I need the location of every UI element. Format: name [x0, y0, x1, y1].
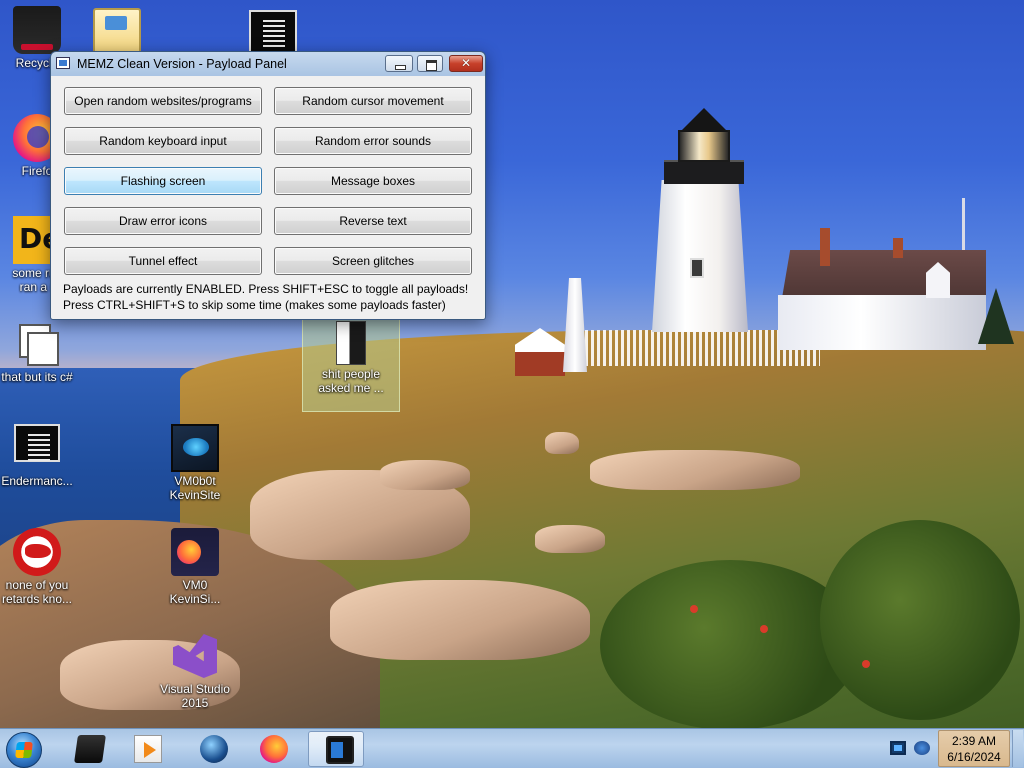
status-text-skip-time: Press CTRL+SHIFT+S to skip some time (ma…	[63, 298, 446, 312]
desktop-icon-label: none of you	[5, 578, 69, 592]
desktop-icon-label: retards kno...	[1, 592, 73, 606]
payload-panel-window: MEMZ Clean Version - Payload Panel Open …	[50, 51, 486, 320]
rock	[535, 525, 605, 553]
desktop-icon-shit-people[interactable]: shit people asked me ...	[302, 318, 400, 412]
black-app-icon	[74, 735, 106, 763]
maximize-button[interactable]	[417, 55, 443, 72]
window-titlebar[interactable]: MEMZ Clean Version - Payload Panel	[51, 52, 485, 76]
bush	[820, 520, 1020, 720]
mail-icon	[93, 8, 141, 56]
desktop-icon-label: VM0b0t	[174, 474, 216, 488]
lighthouse-gallery	[664, 160, 744, 184]
payload-button-draw-error-icons[interactable]: Draw error icons	[64, 207, 262, 235]
clock-date: 6/16/2024	[947, 750, 1001, 764]
document-icon	[14, 424, 60, 462]
show-desktop-button[interactable]	[1012, 730, 1023, 767]
rock	[330, 580, 590, 660]
flower	[690, 605, 698, 613]
network-icon[interactable]	[890, 741, 906, 755]
taskbar-item-globe[interactable]	[186, 731, 242, 767]
desktop-icon-vm0[interactable]: VM0 KevinSi...	[158, 528, 232, 606]
firefox-icon	[260, 735, 288, 763]
taskbar-item-black-app[interactable]	[62, 731, 118, 767]
desktop-icon-label: Firefo	[21, 164, 53, 178]
flower	[760, 625, 768, 633]
desktop-icon-label: KevinSi...	[169, 592, 221, 606]
vm-app-icon	[171, 424, 219, 472]
desktop-icon-label: VM0	[182, 578, 208, 592]
desktop-icon-label: asked me ...	[318, 381, 384, 395]
red-circle-app-icon	[13, 528, 61, 576]
payload-button-reverse-text[interactable]: Reverse text	[274, 207, 472, 235]
memz-app-icon	[326, 736, 354, 764]
rock	[590, 450, 800, 490]
payload-button-random-keyboard-input[interactable]: Random keyboard input	[64, 127, 262, 155]
copy-files-icon	[13, 320, 61, 368]
desktop-icon-endermanch[interactable]: Endermanc...	[0, 424, 74, 488]
taskbar-clock[interactable]: 2:39 AM 6/16/2024	[938, 730, 1010, 767]
lighthouse-lantern	[678, 130, 730, 162]
folder-file-icon	[336, 321, 366, 365]
desktop-icon-label: Endermanc...	[1, 474, 73, 488]
lighthouse-window	[690, 258, 704, 278]
desktop-icon-none-of-you[interactable]: none of you retards kno...	[0, 528, 74, 606]
windows-start-icon[interactable]	[6, 732, 42, 768]
close-button[interactable]	[449, 55, 483, 72]
rock	[380, 460, 470, 490]
payload-button-screen-glitches[interactable]: Screen glitches	[274, 247, 472, 275]
rock	[545, 432, 579, 454]
desktop-icon-label: KevinSite	[169, 488, 221, 502]
keepers-house	[778, 295, 986, 350]
clock-time: 2:39 AM	[951, 734, 997, 748]
house-roof	[782, 250, 986, 298]
desktop-icon-visual-studio[interactable]: Visual Studio 2015	[158, 632, 232, 710]
taskbar: 2:39 AM 6/16/2024	[0, 728, 1024, 768]
payload-button-tunnel-effect[interactable]: Tunnel effect	[64, 247, 262, 275]
globe-icon	[200, 735, 228, 763]
lighthouse-tower	[652, 180, 748, 332]
lighthouse-cap	[680, 108, 728, 132]
firefox-shortcut-icon	[171, 528, 219, 576]
bush	[600, 560, 860, 728]
desktop-icon-label: shit people	[321, 367, 381, 381]
flower	[862, 660, 870, 668]
desktop-icon-that-but-its-c[interactable]: that but its c#	[0, 320, 74, 384]
desktop-icon-vm0b0t[interactable]: VM0b0t KevinSite	[158, 424, 232, 502]
volume-icon[interactable]	[914, 741, 930, 755]
payload-button-random-error-sounds[interactable]: Random error sounds	[274, 127, 472, 155]
media-player-icon	[134, 735, 162, 763]
desktop-icon-label: Visual Studio	[160, 682, 230, 696]
bell-tower	[563, 278, 587, 372]
status-text-enabled: Payloads are currently ENABLED. Press SH…	[63, 282, 469, 296]
chimney	[820, 228, 830, 266]
taskbar-item-memz[interactable]	[308, 731, 364, 767]
minimize-button[interactable]	[385, 55, 413, 72]
recycle-bin-icon	[13, 6, 61, 54]
taskbar-item-media-player[interactable]	[120, 731, 176, 767]
visual-studio-icon	[171, 632, 219, 680]
window-title: MEMZ Clean Version - Payload Panel	[77, 57, 287, 71]
payload-button-flashing-screen[interactable]: Flashing screen	[64, 167, 262, 195]
payload-button-open-random-websites[interactable]: Open random websites/programs	[64, 87, 262, 115]
payload-button-random-cursor-movement[interactable]: Random cursor movement	[274, 87, 472, 115]
chimney	[893, 238, 903, 258]
app-window-icon	[56, 57, 70, 69]
taskbar-item-firefox[interactable]	[246, 731, 302, 767]
desktop-icon-label: 2015	[181, 696, 209, 710]
desktop-icon-label: that but its c#	[1, 370, 73, 384]
payload-button-message-boxes[interactable]: Message boxes	[274, 167, 472, 195]
